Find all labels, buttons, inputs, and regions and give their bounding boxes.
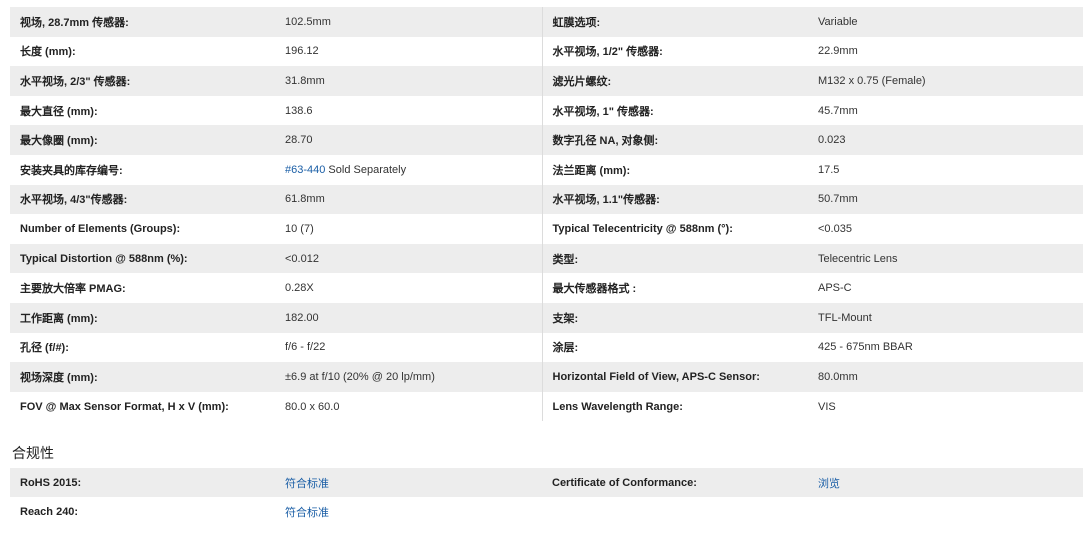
spec-value: 10 (7) [275, 214, 543, 244]
table-row: Typical Distortion @ 588nm (%): <0.012 类型:… [10, 243, 1083, 274]
compliance-value: 浏览 [808, 468, 1083, 498]
spec-label: 工作距离 (mm): [10, 302, 275, 333]
spec-value: 45.7mm [808, 95, 1083, 126]
spec-value: 50.7mm [808, 184, 1083, 215]
spec-value: VIS [808, 391, 1083, 422]
spec-label: 支架: [542, 302, 808, 333]
spec-label: FOV @ Max Sensor Format, H x V (mm): [10, 391, 275, 422]
spec-label: Typical Telecentricity @ 588nm (°): [542, 214, 808, 244]
table-row: 主要放大倍率 PMAG: 0.28X 最大传感器格式 : APS-C [10, 273, 1083, 303]
spec-value: 22.9mm [808, 36, 1083, 67]
table-row: 水平视场, 4/3"传感器: 61.8mm 水平视场, 1.1"传感器: 50.7mm [10, 184, 1083, 215]
specs-table: 视场, 28.7mm 传感器: 102.5mm 虹膜选项: Variable 长度 (m… [10, 7, 1083, 422]
reach-compliance-link[interactable]: 符合标准 [285, 507, 329, 519]
table-row: 最大直径 (mm): 138.6 水平视场, 1" 传感器: 45.7mm [10, 95, 1083, 126]
spec-value: <0.012 [275, 243, 543, 274]
compliance-value: 符合标准 [275, 468, 542, 498]
table-row: 水平视场, 2/3" 传感器: 31.8mm 滤光片螺纹: M132 x 0.75 (… [10, 66, 1083, 96]
spec-value: 102.5mm [275, 7, 543, 37]
table-row: 长度 (mm): 196.12 水平视场, 1/2" 传感器: 22.9mm [10, 36, 1083, 67]
spec-value: 182.00 [275, 302, 543, 333]
product-specifications: 视场, 28.7mm 传感器: 102.5mm 虹膜选项: Variable 长度 (m… [0, 0, 1089, 527]
table-row: 工作距离 (mm): 182.00 支架: TFL-Mount [10, 302, 1083, 333]
spec-label: 水平视场, 2/3" 传感器: [10, 66, 275, 96]
spec-value: 28.70 [275, 125, 543, 155]
spec-label: Lens Wavelength Range: [542, 391, 808, 422]
spec-value: Variable [808, 7, 1083, 37]
spec-value: 17.5 [808, 154, 1083, 185]
compliance-label: RoHS 2015: [10, 468, 275, 498]
spec-label: 最大像圈 (mm): [10, 125, 275, 155]
spec-value: 138.6 [275, 95, 543, 126]
spec-value: 0.28X [275, 273, 543, 303]
sold-separately-text: Sold Separately [325, 163, 407, 176]
spec-value: 196.12 [275, 36, 543, 67]
spec-label: 长度 (mm): [10, 36, 275, 67]
spec-label: 数字孔径 NA, 对象侧: [542, 125, 808, 155]
spec-label: 主要放大倍率 PMAG: [10, 273, 275, 303]
table-row: 视场, 28.7mm 传感器: 102.5mm 虹膜选项: Variable [10, 7, 1083, 37]
compliance-value [808, 497, 1083, 527]
spec-value: M132 x 0.75 (Female) [808, 66, 1083, 96]
spec-label: 类型: [542, 243, 808, 274]
spec-value: TFL-Mount [808, 302, 1083, 333]
spec-value: f/6 - f/22 [275, 332, 543, 363]
spec-label: 涂层: [542, 332, 808, 363]
spec-label: 安装夹具的库存编号: [10, 154, 275, 185]
spec-label: Number of Elements (Groups): [10, 214, 275, 244]
stock-number-link[interactable]: #63-440 [285, 164, 325, 176]
spec-value: 0.023 [808, 125, 1083, 155]
table-row: 安装夹具的库存编号: #63-440 Sold Separately 法兰距离 (m… [10, 154, 1083, 185]
certificate-view-link[interactable]: 浏览 [818, 478, 840, 490]
spec-label: 水平视场, 1/2" 传感器: [542, 36, 808, 67]
compliance-title: 合规性 [12, 445, 54, 462]
compliance-table: RoHS 2015: 符合标准 Certificate of Conforman… [10, 468, 1083, 527]
spec-label: 最大传感器格式 : [542, 273, 808, 303]
spec-label: 水平视场, 1" 传感器: [542, 95, 808, 126]
table-row: 最大像圈 (mm): 28.70 数字孔径 NA, 对象侧: 0.023 [10, 125, 1083, 155]
spec-value: <0.035 [808, 214, 1083, 244]
compliance-label: Reach 240: [10, 497, 275, 527]
spec-label: Typical Distortion @ 588nm (%): [10, 243, 275, 274]
spec-value: Telecentric Lens [808, 243, 1083, 274]
spec-value: APS-C [808, 273, 1083, 303]
table-row: Number of Elements (Groups): 10 (7) Typica… [10, 214, 1083, 244]
compliance-label: Certificate of Conformance: [542, 468, 808, 498]
spec-value: 31.8mm [275, 66, 543, 96]
compliance-label [542, 497, 808, 527]
spec-label: Horizontal Field of View, APS-C Sensor: [542, 362, 808, 392]
spec-label: 视场, 28.7mm 传感器: [10, 7, 275, 37]
spec-label: 孔径 (f/#): [10, 332, 275, 363]
spec-label: 虹膜选项: [542, 7, 808, 37]
spec-value: #63-440 Sold Separately [275, 154, 543, 185]
table-row: 孔径 (f/#): f/6 - f/22 涂层: 425 - 675nm BBAR [10, 332, 1083, 363]
spec-value: ±6.9 at f/10 (20% @ 20 lp/mm) [275, 362, 543, 392]
spec-label: 视场深度 (mm): [10, 362, 275, 392]
spec-label: 水平视场, 1.1"传感器: [542, 184, 808, 215]
table-row: RoHS 2015: 符合标准 Certificate of Conforman… [10, 468, 1083, 498]
spec-value: 80.0 x 60.0 [275, 391, 543, 422]
rohs-compliance-link[interactable]: 符合标准 [285, 478, 329, 490]
spec-label: 水平视场, 4/3"传感器: [10, 184, 275, 215]
spec-value: 61.8mm [275, 184, 543, 215]
spec-value: 425 - 675nm BBAR [808, 332, 1083, 363]
spec-label: 最大直径 (mm): [10, 95, 275, 126]
table-row: 视场深度 (mm): ±6.9 at f/10 (20% @ 20 lp/mm) H… [10, 362, 1083, 392]
table-row: FOV @ Max Sensor Format, H x V (mm): 80.0… [10, 391, 1083, 422]
spec-label: 法兰距离 (mm): [542, 154, 808, 185]
compliance-value: 符合标准 [275, 497, 542, 527]
spec-value: 80.0mm [808, 362, 1083, 392]
spec-label: 滤光片螺纹: [542, 66, 808, 96]
table-row: Reach 240: 符合标准 [10, 497, 1083, 527]
